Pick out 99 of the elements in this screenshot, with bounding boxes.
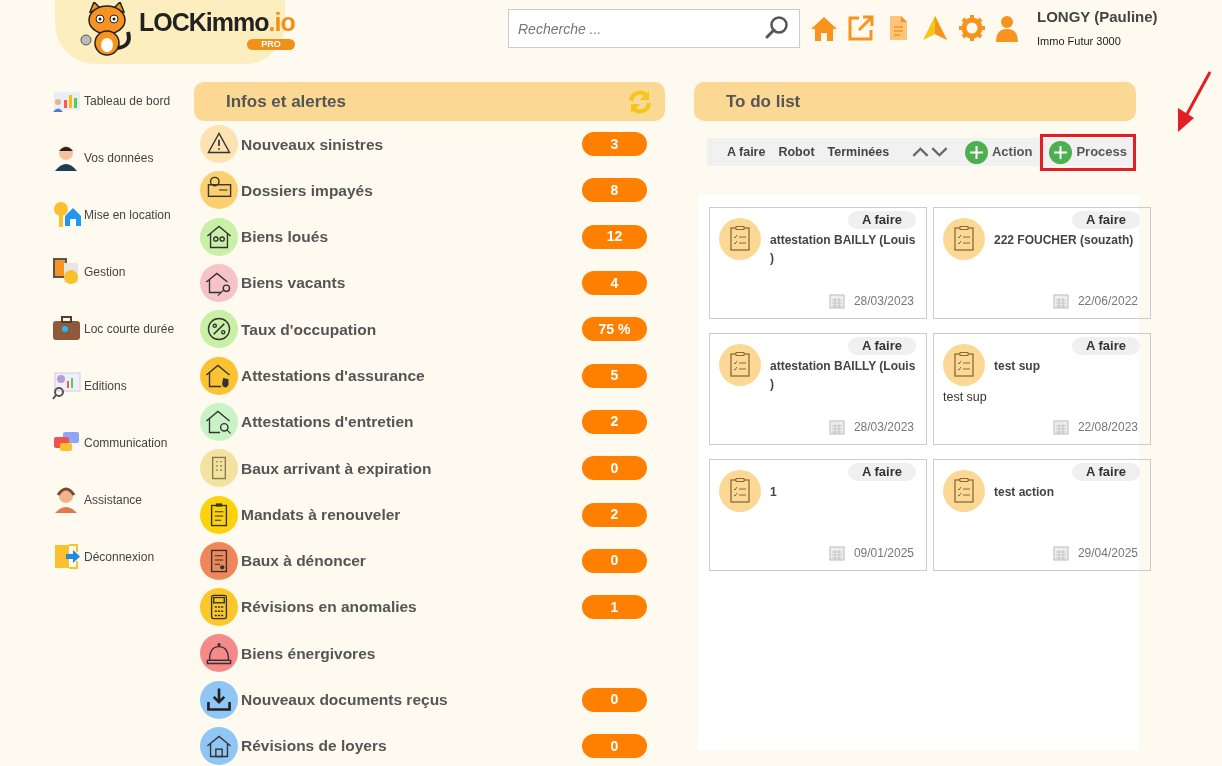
count-badge: 0 (582, 734, 647, 758)
paper-plane-icon[interactable] (921, 14, 949, 42)
filter-tab[interactable]: A faire (727, 142, 779, 162)
add-button[interactable]: Action (964, 140, 1039, 164)
clipboard-icon (943, 218, 985, 260)
count-badge: 3 (582, 132, 647, 157)
task-title: test sup (994, 358, 1041, 375)
sidebar-item[interactable]: Editions (52, 357, 194, 414)
task-date: 28/03/2023 (853, 293, 914, 310)
sidebar-item[interactable]: Communication (52, 414, 194, 471)
panel-title: To do list (726, 90, 801, 113)
alert-label: Attestations d'entretien (241, 412, 415, 433)
task-card[interactable]: A faire attestation BAILLY (Louis ) 28/03/2023 (709, 207, 927, 319)
user-icon[interactable] (995, 14, 1019, 42)
alert-label: Nouveaux documents reçus (241, 690, 449, 711)
plus-icon (964, 140, 988, 164)
alert-label: Attestations d'assurance (241, 366, 426, 386)
task-title: 222 FOUCHER (souzath) (994, 232, 1135, 249)
count-badge: 4 (582, 271, 647, 296)
sidebar-item[interactable]: Gestion (52, 243, 194, 300)
sidebar-item[interactable]: Déconnexion (52, 528, 194, 585)
alert-label: Mandats à renouveler (241, 504, 402, 525)
count-badge: 12 (582, 224, 647, 249)
calendar-icon (828, 293, 845, 309)
alert-label: Taux d'occupation (241, 319, 378, 340)
count-badge: 75 % (582, 317, 647, 342)
calendar-icon (1052, 419, 1069, 435)
alert-label: Biens loués (241, 227, 329, 248)
user-name: LONGY (Pauline) (1037, 7, 1158, 27)
add-button[interactable]: Process (1049, 140, 1133, 164)
alert-label: Dossiers impayés (241, 180, 374, 201)
task-title: test action (994, 484, 1055, 501)
alert-label: Baux arrivant à expiration (241, 458, 433, 479)
clipboard-icon (719, 218, 761, 260)
company-name: Immo Futur 3000 (1037, 33, 1122, 49)
status-badge: A faire (848, 211, 916, 229)
status-badge: A faire (1072, 463, 1140, 481)
alert-label: Révisions en anomalies (241, 597, 418, 618)
calendar-icon (828, 545, 845, 561)
sidebar-item[interactable]: Mise en location (52, 186, 194, 243)
filter-tab[interactable]: Robot (778, 142, 828, 162)
home-icon[interactable] (810, 14, 838, 42)
clipboard-icon (943, 344, 985, 386)
status-badge: A faire (848, 337, 916, 355)
status-badge: A faire (1072, 337, 1140, 355)
count-badge: 0 (582, 687, 647, 712)
task-date: 22/08/2023 (1077, 419, 1138, 436)
calendar-icon (828, 419, 845, 435)
clipboard-icon (719, 470, 761, 512)
pro-badge: PRO (247, 39, 295, 50)
count-badge: 0 (582, 548, 647, 573)
task-title: attestation BAILLY (Louis ) (770, 358, 916, 393)
clipboard-icon (943, 470, 985, 512)
task-date: 28/03/2023 (853, 419, 914, 436)
refresh-icon[interactable] (627, 88, 653, 115)
task-title: attestation BAILLY (Louis ) (770, 232, 916, 267)
task-description: test sup (943, 389, 988, 406)
count-badge: 0 (582, 456, 647, 481)
alert-label: Biens énergivores (241, 643, 377, 664)
status-badge: A faire (1072, 211, 1140, 229)
task-card[interactable]: A faire 222 FOUCHER (souzath) 22/06/2022 (933, 207, 1151, 319)
filter-tab[interactable]: Terminées (827, 142, 903, 162)
clipboard-icon (719, 344, 761, 386)
count-badge: 8 (582, 178, 647, 203)
monitor-chart-icon (52, 371, 81, 400)
task-date: 29/04/2025 (1077, 545, 1138, 562)
task-card[interactable]: A faire attestation BAILLY (Louis ) 28/03/2023 (709, 333, 927, 445)
task-card[interactable]: A faire test action 29/04/2025 (933, 459, 1151, 571)
sidebar-item[interactable]: Vos données (52, 129, 194, 186)
sidebar-item[interactable]: Assistance (52, 471, 194, 528)
search-field[interactable]: Recherche ... (508, 9, 800, 48)
alert-label: Nouveaux sinistres (241, 134, 385, 155)
settings-icon[interactable] (958, 14, 986, 42)
calculator-coin-icon (52, 257, 81, 286)
key-house-icon (52, 200, 81, 229)
count-badge: 5 (582, 363, 647, 388)
calendar-icon (1052, 545, 1069, 561)
task-date: 22/06/2022 (1077, 293, 1138, 310)
plus-icon (1049, 140, 1073, 164)
alert-label: Baux à dénoncer (241, 551, 367, 572)
status-badge: A faire (848, 463, 916, 481)
alert-label: Biens vacants (241, 273, 347, 294)
count-badge: 2 (582, 502, 647, 527)
logo-text: LOCKimmo.io (139, 10, 295, 35)
sidebar-item[interactable]: Loc courte durée (52, 300, 194, 357)
external-link-icon[interactable] (847, 14, 875, 42)
calendar-icon (1052, 293, 1069, 309)
count-badge: 1 (582, 595, 647, 620)
search-icon[interactable] (764, 15, 790, 41)
panel-title: Infos et alertes (226, 90, 346, 113)
task-card[interactable]: A faire 1 09/01/2025 (709, 459, 927, 571)
suitcase-icon (52, 314, 81, 343)
sidebar-item[interactable]: Tableau de bord (52, 72, 194, 129)
exit-door-icon (52, 542, 81, 571)
count-badge: 2 (582, 409, 647, 434)
task-title: 1 (770, 484, 778, 501)
alert-label: Révisions de loyers (241, 736, 388, 757)
task-card[interactable]: A faire test sup test sup 22/08/2023 (933, 333, 1151, 445)
task-date: 09/01/2025 (853, 545, 914, 562)
